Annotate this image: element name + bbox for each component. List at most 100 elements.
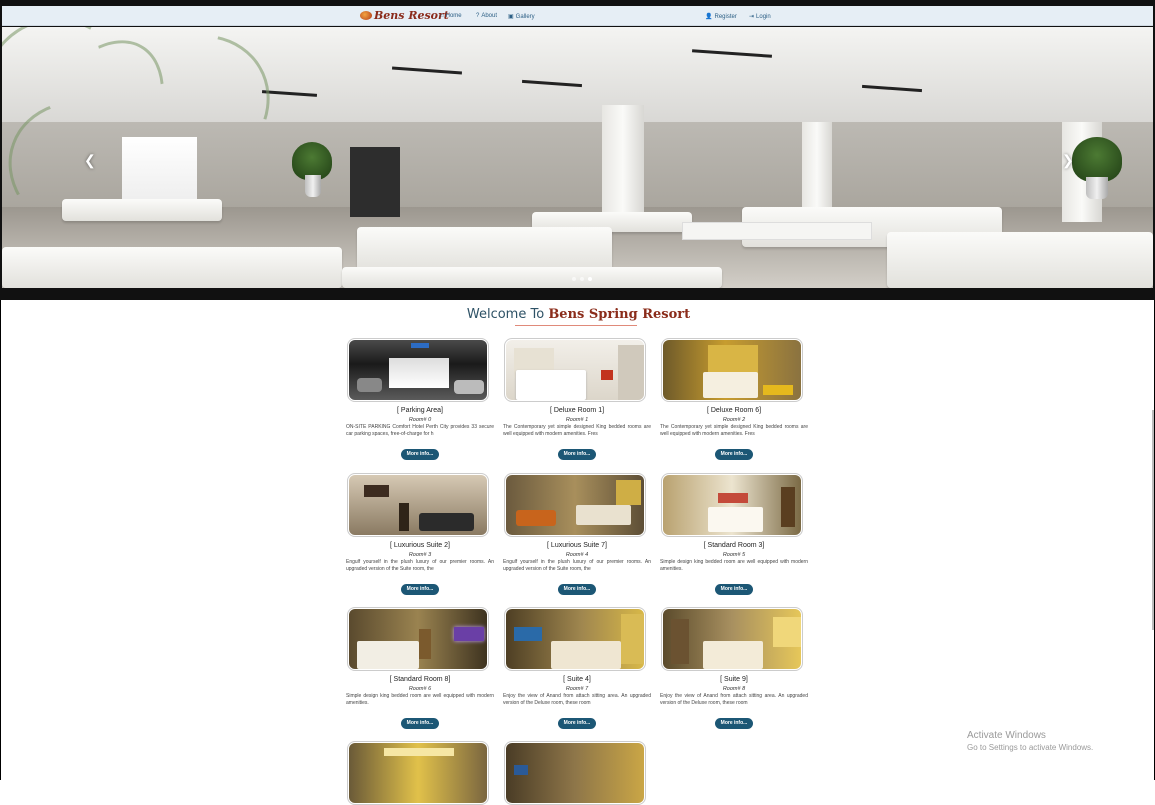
room-description: Enjoy the view of Anand from attach sitt… [503, 693, 651, 706]
welcome-resort-name: Bens Spring Resort [548, 307, 691, 322]
room-number: Room# 7 [565, 686, 589, 692]
nav-login[interactable]: ⇥ Login [749, 13, 771, 20]
room-thumbnail[interactable] [347, 473, 489, 537]
room-thumbnail[interactable] [661, 338, 803, 402]
pot [1086, 177, 1108, 199]
watermark-line2: Go to Settings to activate Windows. [967, 743, 1094, 752]
room-card: [ Parking Area] Room# 0 ON-SITE PARKING … [346, 338, 494, 460]
room-title: [ Suite 4] [563, 676, 591, 683]
nav-register-label: Register [714, 14, 737, 20]
nav-about-label: About [481, 13, 498, 19]
windows-activation-watermark: Activate Windows Go to Settings to activ… [967, 730, 1093, 752]
sofa [887, 232, 1153, 288]
room-number: Room# 2 [722, 417, 746, 423]
room-description: Simple design king bedded room are well … [346, 693, 494, 706]
room-thumbnail[interactable] [347, 741, 489, 805]
sofa [2, 247, 342, 288]
room-title: [ Suite 9] [720, 676, 748, 683]
carousel-indicator[interactable] [580, 277, 584, 281]
chevron-left-icon: ❮ [84, 152, 96, 168]
room-thumbnail[interactable] [504, 607, 646, 671]
user-plus-icon: 👤 [705, 14, 713, 20]
more-info-button[interactable]: More info... [558, 584, 596, 595]
doorway [350, 147, 400, 217]
nav-home[interactable]: ⌂ Home [440, 13, 462, 19]
room-card: [ Suite 9] Room# 8 Enjoy the view of Ana… [660, 607, 808, 729]
carousel-indicator-active[interactable] [588, 277, 592, 281]
carousel-indicators [570, 268, 594, 286]
room-number: Room# 5 [722, 552, 746, 558]
home-icon: ⌂ [440, 13, 444, 19]
room-title: [ Luxurious Suite 7] [547, 542, 607, 549]
room-card [346, 741, 494, 805]
welcome-heading: Welcome To Bens Spring Resort [1, 307, 1155, 322]
room-description: ON-SITE PARKING Comfort Hotel Perth City… [346, 424, 494, 437]
room-number: Room# 8 [722, 686, 746, 692]
question-icon: ? [476, 13, 480, 19]
more-info-button[interactable]: More info... [558, 718, 596, 729]
plant [1072, 137, 1122, 182]
room-card: [ Deluxe Room 6] Room# 2 The Contemporar… [660, 338, 808, 460]
room-title: [ Luxurious Suite 2] [390, 542, 450, 549]
room-thumbnail[interactable] [661, 473, 803, 537]
room-thumbnail[interactable] [504, 473, 646, 537]
scrollbar[interactable] [1152, 410, 1154, 630]
sofa [357, 227, 612, 272]
more-info-button[interactable]: More info... [401, 718, 439, 729]
room-number: Room# 6 [408, 686, 432, 692]
room-thumbnail[interactable] [504, 741, 646, 805]
nav-home-label: Home [445, 13, 462, 19]
room-number: Room# 3 [408, 552, 432, 558]
room-description: The Contemporary yet simple designed Kin… [503, 424, 651, 437]
more-info-button[interactable]: More info... [715, 584, 753, 595]
watermark-line1: Activate Windows [967, 730, 1046, 741]
room-description: Engulf yourself in the plush luxury of o… [346, 559, 494, 572]
room-thumbnail[interactable] [347, 338, 489, 402]
pillar [602, 105, 644, 225]
room-description: Engulf yourself in the plush luxury of o… [503, 559, 651, 572]
nav-gallery[interactable]: ▣ Gallery [508, 13, 535, 20]
heading-underline [515, 325, 637, 326]
room-title: [ Deluxe Room 6] [706, 407, 762, 414]
more-info-button[interactable]: More info... [715, 449, 753, 460]
nav-about[interactable]: ? About [476, 13, 497, 19]
room-card: [ Luxurious Suite 7] Room# 4 Engulf your… [503, 473, 651, 595]
hero-carousel [2, 27, 1153, 288]
more-info-button[interactable]: More info... [401, 584, 439, 595]
chevron-right-icon: ❯ [1062, 152, 1074, 168]
room-title: [ Parking Area] [397, 407, 443, 414]
more-info-button[interactable]: More info... [401, 449, 439, 460]
room-number: Room# 1 [565, 417, 589, 423]
brand[interactable]: Bens Resort [360, 9, 449, 22]
coffee-table [682, 222, 872, 240]
room-title: [ Standard Room 3] [703, 542, 765, 549]
nav-login-label: Login [756, 14, 771, 20]
carousel-next-button[interactable]: ❯ [1062, 152, 1074, 169]
image-icon: ▣ [508, 14, 514, 20]
room-thumbnail[interactable] [661, 607, 803, 671]
pot [305, 175, 321, 197]
room-number: Room# 0 [408, 417, 432, 423]
more-info-button[interactable]: More info... [558, 449, 596, 460]
more-info-button[interactable]: More info... [715, 718, 753, 729]
room-number: Room# 4 [565, 552, 589, 558]
carousel-prev-button[interactable]: ❮ [84, 152, 96, 169]
welcome-prefix: Welcome To [466, 307, 545, 322]
room-card [503, 741, 651, 805]
room-card: [ Luxurious Suite 2] Room# 3 Engulf your… [346, 473, 494, 595]
brand-name: Bens Resort [374, 9, 449, 22]
carousel-indicator[interactable] [572, 277, 576, 281]
room-card: [ Deluxe Room 1] Room# 1 The Contemporar… [503, 338, 651, 460]
brand-logo-icon [360, 11, 372, 20]
room-card: [ Suite 4] Room# 7 Enjoy the view of Ana… [503, 607, 651, 729]
room-description: Enjoy the view of Anand from attach sitt… [660, 693, 808, 706]
nav-register[interactable]: 👤 Register [705, 13, 737, 20]
room-description: The Contemporary yet simple designed Kin… [660, 424, 808, 437]
login-icon: ⇥ [749, 14, 755, 20]
room-title: [ Deluxe Room 1] [549, 407, 605, 414]
navbar: Bens Resort ⌂ Home ? About ▣ Gallery 👤 Regis… [2, 6, 1153, 26]
room-thumbnail[interactable] [504, 338, 646, 402]
room-thumbnail[interactable] [347, 607, 489, 671]
sofa [342, 267, 722, 288]
room-card: [ Standard Room 8] Room# 6 Simple design… [346, 607, 494, 729]
